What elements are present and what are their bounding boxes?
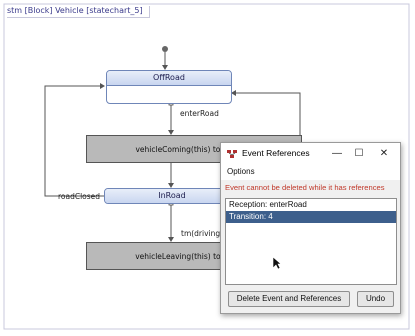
state-inroad-name: InRoad	[105, 189, 239, 203]
references-list[interactable]: Reception: enterRoad Transition: 4	[225, 198, 397, 285]
mouse-cursor-icon	[272, 256, 282, 270]
dialog-titlebar[interactable]: Event References — ☐ ✕	[221, 143, 400, 165]
app-icon	[227, 150, 237, 158]
state-offroad[interactable]: OffRoad	[106, 70, 232, 104]
state-offroad-name: OffRoad	[107, 71, 231, 86]
transition-label-enterroad: enterRoad	[180, 109, 219, 118]
maximize-button[interactable]: ☐	[352, 147, 366, 161]
list-item[interactable]: Transition: 4	[226, 211, 396, 223]
roadclosed-arrowhead	[100, 83, 105, 89]
undo-button[interactable]: Undo	[357, 291, 394, 307]
delete-event-and-references-button[interactable]: Delete Event and References	[228, 291, 350, 307]
dialog-menubar: Options	[221, 165, 400, 180]
dialog-title: Event References	[242, 148, 310, 158]
list-item[interactable]: Reception: enterRoad	[226, 199, 396, 211]
transition-label-roadclosed: roadClosed	[58, 192, 101, 201]
initial-pseudostate	[162, 46, 168, 52]
return-transition	[232, 92, 301, 140]
minimize-button[interactable]: —	[330, 147, 344, 161]
error-message: Event cannot be deleted while it has ref…	[225, 183, 385, 192]
close-button[interactable]: ✕	[377, 147, 391, 161]
event-references-dialog: Event References — ☐ ✕ Options Event can…	[220, 142, 401, 314]
menu-options[interactable]: Options	[227, 167, 255, 176]
